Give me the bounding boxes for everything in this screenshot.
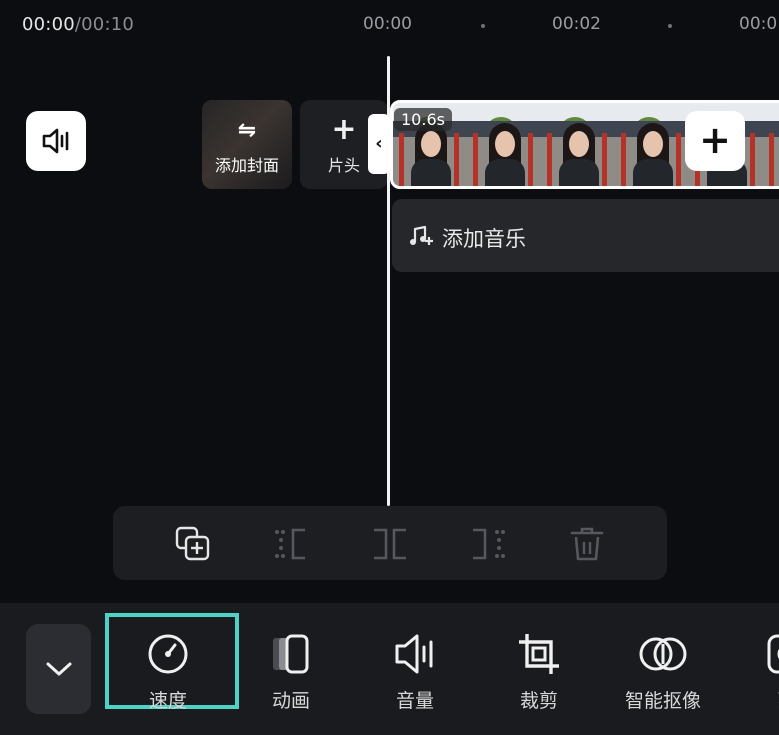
music-label: 添加音乐: [442, 227, 526, 251]
speaker-icon: [42, 128, 69, 154]
ruler-label: 00:0: [739, 14, 778, 34]
tool-label: 速度: [148, 690, 187, 712]
add-clip-button[interactable]: +: [685, 111, 745, 171]
trim-handle-left[interactable]: ‹: [368, 114, 390, 174]
split-right-button[interactable]: [469, 524, 509, 564]
clip-thumbnail: [763, 103, 779, 186]
tool-volume[interactable]: 音量: [365, 632, 465, 713]
clip-thumbnail: [541, 103, 615, 186]
clip-duration-badge: 10.6s: [394, 108, 452, 131]
tool-label: 裁剪: [519, 690, 558, 712]
speed-gauge-icon: [148, 634, 188, 674]
tool-animation[interactable]: 动画: [241, 632, 341, 713]
tool-label: 动画: [271, 690, 310, 712]
add-music-track[interactable]: 添加音乐: [392, 199, 779, 272]
split-left-button[interactable]: [271, 524, 311, 564]
tool-smart-cutout[interactable]: 智能抠像: [613, 632, 713, 713]
tool-mask[interactable]: 蒙: [737, 632, 779, 713]
delete-button[interactable]: [567, 524, 607, 564]
volume-icon: [395, 634, 433, 674]
current-time: 00:00: [22, 14, 75, 35]
track-volume-button[interactable]: [26, 111, 86, 171]
swap-icon: ⇋: [237, 118, 257, 143]
collapse-button[interactable]: [26, 624, 91, 714]
music-note-icon: [410, 225, 433, 245]
tool-label: 智能抠像: [624, 690, 701, 712]
add-cover-button[interactable]: ⇋ 添加封面: [202, 100, 292, 189]
timecode: 00:00/00:10: [22, 14, 134, 35]
total-duration: /00:10: [74, 14, 135, 35]
split-icon: [374, 528, 406, 560]
ruler-dot: [668, 24, 672, 28]
tool-label: 音量: [395, 690, 434, 712]
chevron-down-icon: [46, 662, 71, 676]
ruler-dot: [481, 24, 485, 28]
copy-add-icon: [175, 526, 210, 561]
split-left-icon: [275, 528, 305, 560]
tool-crop[interactable]: 裁剪: [489, 632, 589, 713]
mask-icon: [767, 634, 779, 674]
animation-icon: [273, 634, 309, 674]
trash-icon: [570, 527, 604, 561]
smart-cutout-icon: [639, 637, 687, 671]
split-button[interactable]: [370, 524, 410, 564]
split-right-icon: [473, 528, 505, 560]
ruler-label: 00:02: [552, 14, 601, 34]
clip-edit-bar: [113, 506, 667, 580]
tool-label: 蒙: [737, 686, 779, 713]
crop-icon: [519, 634, 559, 674]
ruler-label: 00:00: [363, 14, 412, 34]
clip-thumbnail: [615, 103, 689, 186]
clip-thumbnail: [467, 103, 541, 186]
cover-label: 添加封面: [214, 156, 279, 175]
tool-speed[interactable]: 速度: [118, 632, 218, 713]
duplicate-button[interactable]: [173, 524, 213, 564]
